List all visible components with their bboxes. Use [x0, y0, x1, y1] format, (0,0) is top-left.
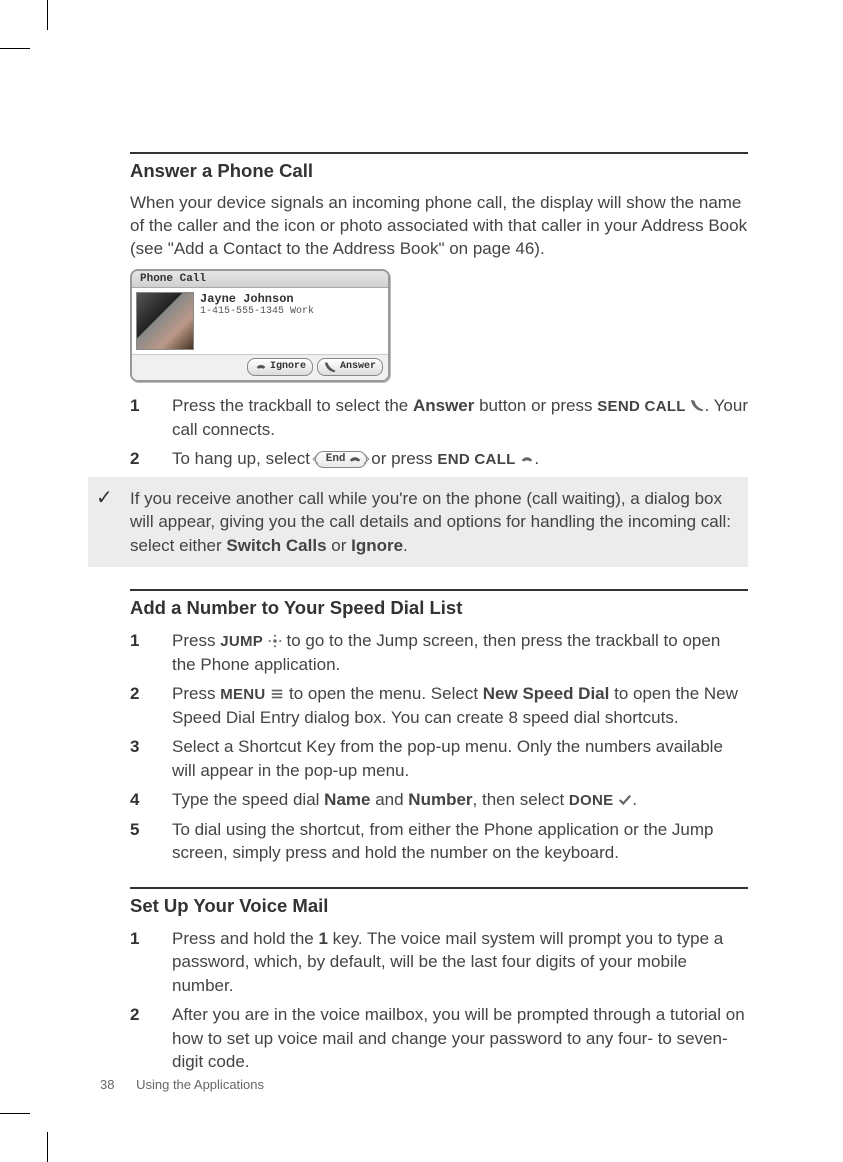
caller-phone: 1-415-555-1345 Work [200, 306, 314, 317]
end-call-icon [520, 452, 534, 466]
chapter-name: Using the Applications [136, 1077, 264, 1092]
menu-icon [270, 687, 284, 701]
step-item: 2 To hang up, select End or press END CA… [130, 447, 748, 471]
section-title-voicemail: Set Up Your Voice Mail [130, 887, 748, 917]
jump-icon [268, 634, 282, 648]
call-waiting-note: ✓ If you receive another call while you'… [88, 477, 748, 567]
caller-avatar [136, 292, 194, 350]
answer-intro: When your device signals an incoming pho… [130, 192, 748, 261]
step-item: 1 Press JUMP to go to the Jump screen, t… [130, 629, 748, 676]
end-button-inline: End [315, 451, 367, 468]
page-number: 38 [100, 1077, 114, 1092]
phone-down-icon [348, 452, 362, 466]
step-item: 2 After you are in the voice mailbox, yo… [130, 1003, 748, 1073]
phone-up-icon [324, 360, 338, 374]
phone-down-icon [254, 360, 268, 374]
answer-steps: 1 Press the trackball to select the Answ… [130, 394, 748, 471]
done-icon [618, 793, 632, 807]
section-title-speed: Add a Number to Your Speed Dial List [130, 589, 748, 619]
mock-titlebar: Phone Call [132, 271, 388, 288]
caller-name: Jayne Johnson [200, 292, 314, 306]
step-item: 1 Press and hold the 1 key. The voice ma… [130, 927, 748, 997]
mock-answer-button: Answer [317, 358, 383, 376]
step-item: 1 Press the trackball to select the Answ… [130, 394, 748, 441]
check-icon: ✓ [96, 485, 113, 513]
step-item: 3 Select a Shortcut Key from the pop-up … [130, 735, 748, 782]
incoming-call-mockup: Phone Call Jayne Johnson 1-415-555-1345 … [130, 269, 390, 382]
page-footer: 38 Using the Applications [100, 1077, 264, 1092]
send-call-icon [691, 399, 705, 413]
voicemail-steps: 1 Press and hold the 1 key. The voice ma… [130, 927, 748, 1074]
step-item: 5 To dial using the shortcut, from eithe… [130, 818, 748, 865]
mock-ignore-button: Ignore [247, 358, 313, 376]
speed-steps: 1 Press JUMP to go to the Jump screen, t… [130, 629, 748, 865]
section-title-answer: Answer a Phone Call [130, 152, 748, 182]
step-item: 2 Press MENU to open the menu. Select Ne… [130, 682, 748, 729]
step-item: 4 Type the speed dial Name and Number, t… [130, 788, 748, 812]
